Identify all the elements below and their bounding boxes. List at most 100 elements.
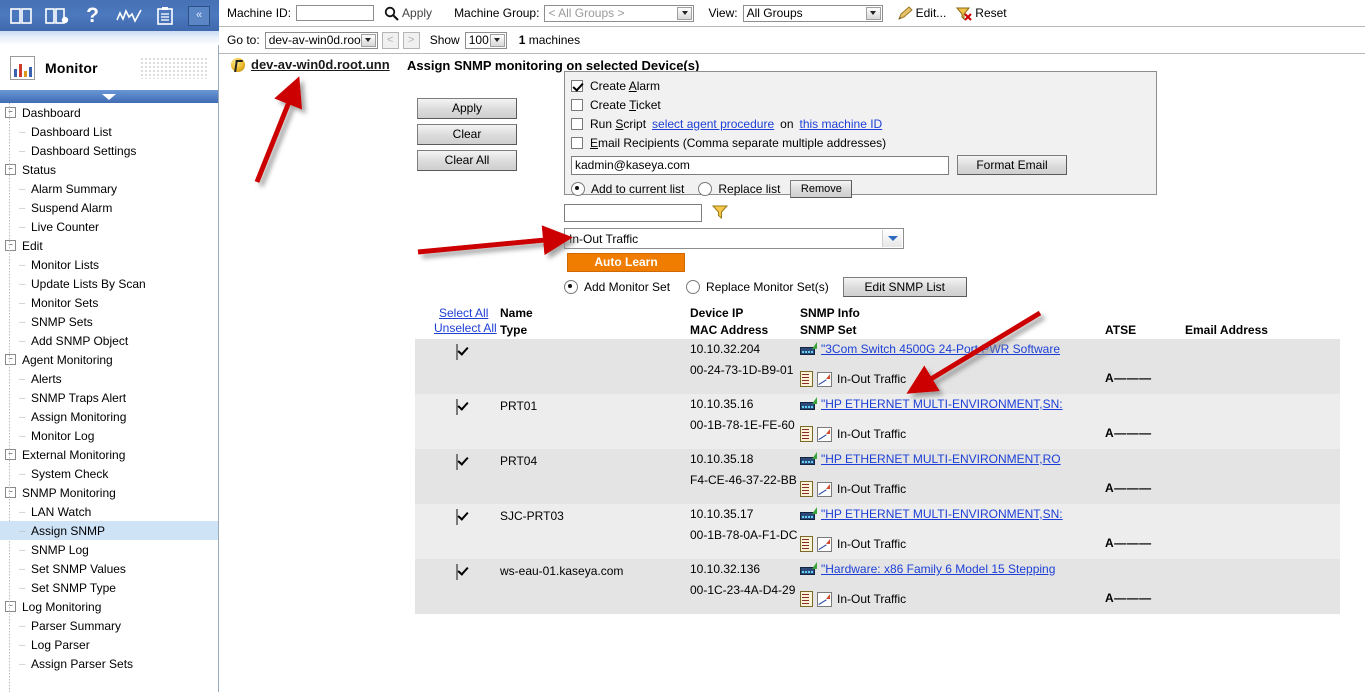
snmp-chart-icon[interactable] [817,536,832,552]
sidebar-item-snmp-sets[interactable]: ─ SNMP Sets [0,312,218,331]
sidebar-item-assign-monitoring[interactable]: ─ Assign Monitoring [0,407,218,426]
sidebar-group-external-monitoring[interactable]: − External Monitoring [0,445,218,464]
sidebar-item-monitor-lists[interactable]: ─ Monitor Lists [0,255,218,274]
sidebar-item-monitor-log[interactable]: ─ Monitor Log [0,426,218,445]
unselect-all-link[interactable]: Unselect All [434,321,497,335]
sidebar-item-assign-parser-sets[interactable]: ─ Assign Parser Sets [0,654,218,673]
email-recipients-checkbox[interactable] [571,136,583,149]
collapse-toggle-icon[interactable]: − [5,240,16,251]
row-select-checkbox[interactable] [456,399,465,415]
chart-icon[interactable] [113,3,144,29]
row-select-checkbox[interactable] [456,344,465,360]
sidebar-group-snmp-monitoring[interactable]: − SNMP Monitoring [0,483,218,502]
add-monitor-set-radio[interactable] [564,280,578,294]
sidebar-item-add-snmp-object[interactable]: ─ Add SNMP Object [0,331,218,350]
snmp-log-icon[interactable] [800,426,813,442]
sidebar-item-monitor-sets[interactable]: ─ Monitor Sets [0,293,218,312]
sidebar-item-dashboard-settings[interactable]: ─ Dashboard Settings [0,141,218,160]
collapse-toggle-icon[interactable]: − [5,601,16,612]
checkbox-glyph[interactable] [456,344,458,360]
sidebar-group-agent-monitoring[interactable]: − Agent Monitoring [0,350,218,369]
snmp-info-link[interactable]: "HP ETHERNET MULTI-ENVIRONMENT,SN: [821,397,1063,411]
snmp-info-link[interactable]: "HP ETHERNET MULTI-ENVIRONMENT,SN: [821,507,1063,521]
snmp-log-icon[interactable] [800,591,813,607]
row-select-checkbox[interactable] [456,509,465,525]
book-icon[interactable] [5,3,36,29]
clear-all-button[interactable]: Clear All [417,150,517,171]
sidebar-item-set-snmp-values[interactable]: ─ Set SNMP Values [0,559,218,578]
next-page-button[interactable]: > [402,31,420,49]
checkbox-glyph[interactable] [456,454,458,470]
checkbox-glyph[interactable] [456,399,458,415]
machine-id-input[interactable] [296,5,375,21]
create-ticket-checkbox[interactable] [571,98,583,111]
monitor-set-select[interactable]: In-Out Traffic [564,228,904,249]
previous-page-button[interactable]: < [381,31,399,49]
collapse-toggle-icon[interactable]: − [5,487,16,498]
sidebar-item-update-lists-by-scan[interactable]: ─ Update Lists By Scan [0,274,218,293]
goto-machine-select[interactable]: dev-av-win0d.root. [264,31,378,49]
replace-list-radio[interactable] [698,181,713,196]
snmp-chart-icon[interactable] [817,481,832,497]
snmp-log-icon[interactable] [800,371,813,387]
view-select[interactable]: All Groups [742,4,883,22]
select-agent-procedure-link[interactable]: select agent procedure [652,117,774,131]
rows-per-page-select[interactable]: 100 [464,31,507,49]
run-script-row[interactable]: Run Script select agent procedure on thi… [571,114,1156,133]
email-recipients-row[interactable]: Email Recipients (Comma separate multipl… [571,133,1156,152]
monitor-set-filter-input[interactable] [564,204,702,222]
sidebar-item-assign-snmp[interactable]: ─ Assign SNMP [0,521,218,540]
collapse-sidebar-button[interactable]: « [188,5,210,26]
this-machine-id-link[interactable]: this machine ID [800,117,883,131]
auto-learn-button[interactable]: Auto Learn [567,253,685,272]
selected-machine-link[interactable]: dev-av-win0d.root.unn [251,57,390,72]
collapse-toggle-icon[interactable]: − [5,107,16,118]
sidebar-group-edit[interactable]: − Edit [0,236,218,255]
run-script-checkbox[interactable] [571,117,583,130]
checkbox-glyph[interactable] [456,509,458,525]
sidebar-item-alarm-summary[interactable]: ─ Alarm Summary [0,179,218,198]
remove-button[interactable]: Remove [790,179,853,198]
replace-monitor-sets-radio[interactable] [686,280,701,294]
machine-group-select[interactable]: < All Groups > [544,4,695,22]
edit-view-button[interactable]: Edit... [897,5,946,21]
sidebar-group-log-monitoring[interactable]: − Log Monitoring [0,597,218,616]
snmp-info-link[interactable]: "Hardware: x86 Family 6 Model 15 Steppin… [821,562,1055,576]
edit-snmp-list-button[interactable]: Edit SNMP List [842,277,967,297]
email-recipients-input[interactable] [571,155,949,175]
funnel-icon[interactable] [711,204,729,222]
row-select-checkbox[interactable] [456,564,465,580]
collapse-toggle-icon[interactable]: − [5,449,16,460]
sidebar-item-log-parser[interactable]: ─ Log Parser [0,635,218,654]
snmp-chart-icon[interactable] [817,591,832,607]
sidebar-item-live-counter[interactable]: ─ Live Counter [0,217,218,236]
create-alarm-row[interactable]: Create Alarm [571,76,1156,95]
sidebar-item-alerts[interactable]: ─ Alerts [0,369,218,388]
sidebar-item-parser-summary[interactable]: ─ Parser Summary [0,616,218,635]
sidebar-item-dashboard-list[interactable]: ─ Dashboard List [0,122,218,141]
expand-collapse-bar[interactable] [0,90,219,103]
clipboard-icon[interactable] [149,3,180,29]
sidebar-group-dashboard[interactable]: − Dashboard [0,103,218,122]
snmp-chart-icon[interactable] [817,426,832,442]
collapse-toggle-icon[interactable]: − [5,354,16,365]
sidebar-item-set-snmp-type[interactable]: ─ Set SNMP Type [0,578,218,597]
clear-button[interactable]: Clear [417,124,517,145]
snmp-chart-icon[interactable] [817,371,832,387]
add-to-current-list-radio[interactable] [571,181,585,196]
search-icon[interactable] [384,6,399,21]
create-ticket-row[interactable]: Create Ticket [571,95,1156,114]
format-email-button[interactable]: Format Email [957,155,1067,175]
reset-view-button[interactable]: Reset [956,6,1007,21]
collapse-toggle-icon[interactable]: − [5,164,16,175]
checkbox-glyph[interactable] [456,564,458,580]
sidebar-group-status[interactable]: − Status [0,160,218,179]
apply-button[interactable]: Apply [417,98,517,119]
select-all-link[interactable]: Select All [439,306,488,320]
apply-filter-button[interactable]: Apply [402,6,432,20]
help-icon[interactable]: ? [77,3,108,29]
snmp-info-link[interactable]: "3Com Switch 4500G 24-Port PWR Software [821,342,1060,356]
sidebar-item-snmp-log[interactable]: ─ SNMP Log [0,540,218,559]
snmp-log-icon[interactable] [800,481,813,497]
sidebar-item-snmp-traps-alert[interactable]: ─ SNMP Traps Alert [0,388,218,407]
